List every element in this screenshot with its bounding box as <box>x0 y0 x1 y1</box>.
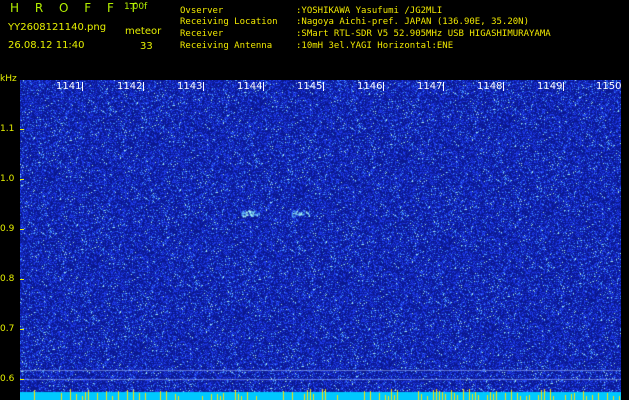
y-tick-1-1: 1.1 <box>0 124 15 134</box>
observer-label: Ovserver <box>180 6 224 16</box>
x-tick-mark <box>323 82 324 91</box>
y-tick-mark <box>20 279 24 280</box>
location-label: Receiving Location <box>180 17 278 27</box>
antenna-value: :10mH 3el.YAGI Horizontal:ENE <box>296 41 454 51</box>
x-tick-1150: 1150 <box>596 81 622 92</box>
x-tick-1144: 1144 <box>237 81 263 92</box>
y-tick-0-7: 0.7 <box>0 324 15 334</box>
location-value: :Nagoya Aichi-pref. JAPAN (136.90E, 35.2… <box>296 17 529 27</box>
y-tick-mark <box>20 329 24 330</box>
x-tick-mark <box>203 82 204 91</box>
meteor-count: 33 <box>140 41 153 52</box>
y-tick-0-9: 0.9 <box>0 224 15 234</box>
x-tick-1145: 1145 <box>297 81 323 92</box>
x-tick-mark <box>383 82 384 91</box>
x-tick-mark <box>503 82 504 91</box>
meteor-label: meteor <box>125 26 162 37</box>
version-label: 1.00f <box>124 2 148 12</box>
x-tick-1141: 1141 <box>56 81 82 92</box>
x-tick-1143: 1143 <box>177 81 203 92</box>
receiver-value: :SMart RTL-SDR V5 52.905MHz USB HIGASHIM… <box>296 29 551 39</box>
y-axis-unit: kHz <box>0 74 17 84</box>
y-tick-mark <box>20 179 24 180</box>
x-tick-1149: 1149 <box>537 81 563 92</box>
y-tick-0-8: 0.8 <box>0 274 15 284</box>
x-tick-mark <box>563 82 564 91</box>
x-tick-1142: 1142 <box>117 81 143 92</box>
waterfall-spectrogram <box>20 80 621 400</box>
y-tick-mark <box>20 229 24 230</box>
y-tick-1-0: 1.0 <box>0 174 15 184</box>
y-tick-mark <box>20 379 24 380</box>
y-tick-mark <box>20 129 24 130</box>
x-tick-mark <box>143 82 144 91</box>
x-tick-1146: 1146 <box>357 81 383 92</box>
x-tick-1148: 1148 <box>477 81 503 92</box>
receiver-label: Receiver <box>180 29 224 39</box>
antenna-label: Receiving Antenna <box>180 41 273 51</box>
observer-value: :YOSHIKAWA Yasufumi /JG2MLI <box>296 6 443 16</box>
y-tick-0-6: 0.6 <box>0 374 15 384</box>
capture-datetime: 26.08.12 11:40 <box>8 40 85 51</box>
image-filename: YY2608121140.png <box>8 22 107 33</box>
x-tick-mark <box>443 82 444 91</box>
x-tick-mark <box>263 82 264 91</box>
x-tick-1147: 1147 <box>417 81 443 92</box>
x-tick-mark <box>82 82 83 91</box>
